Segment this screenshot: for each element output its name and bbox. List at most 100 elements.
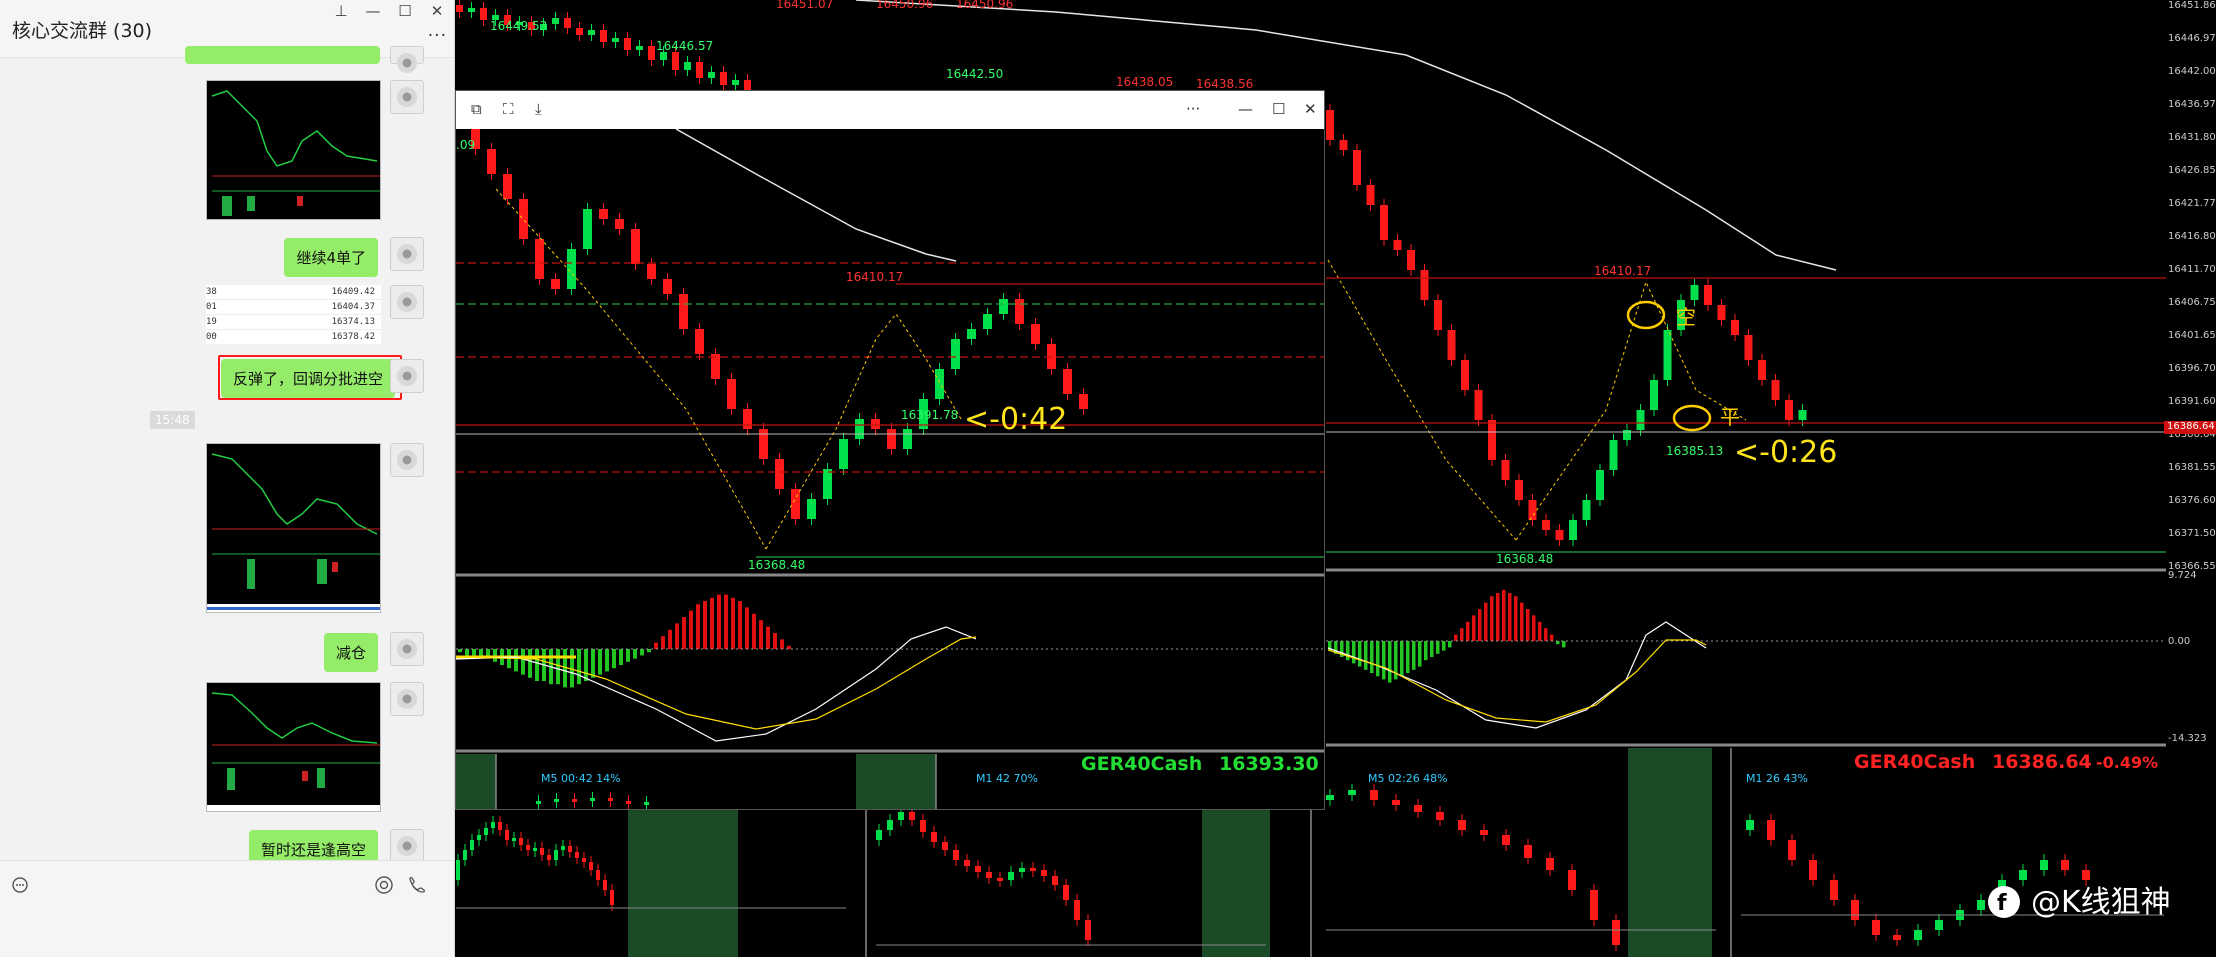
candle (887, 820, 893, 830)
avatar[interactable] (390, 359, 424, 393)
macd-bar (1544, 628, 1548, 641)
minimize-button[interactable]: — (361, 2, 385, 20)
macd-bar (1478, 609, 1482, 641)
candle (1031, 324, 1040, 344)
candle (1370, 790, 1378, 800)
popup-titlebar[interactable]: ⧉ ⛶ ⤓ ··· — ☐ ✕ (456, 91, 1324, 129)
more-options-icon[interactable]: ··· (428, 26, 447, 46)
phone-icon[interactable] (406, 875, 428, 895)
price-label: 16450.96 (876, 0, 933, 11)
candle (552, 18, 559, 24)
timestamp: 15:48 (150, 411, 195, 429)
camera-icon[interactable] (374, 875, 394, 895)
candle (1612, 920, 1620, 945)
chat-image-chart[interactable] (206, 682, 381, 812)
candle (1447, 330, 1456, 360)
macd-bar (1436, 641, 1440, 654)
watermark: @K线狙神 (2031, 885, 2171, 920)
candle (1326, 795, 1334, 800)
candle (1582, 500, 1591, 520)
candle (871, 419, 880, 429)
candle (679, 294, 688, 329)
avatar[interactable] (390, 237, 424, 271)
candle (491, 822, 495, 828)
maximize-button[interactable]: ☐ (393, 2, 417, 20)
candle (1353, 150, 1361, 185)
chat-bubble-icon[interactable] (10, 875, 30, 895)
maximize-button[interactable]: ☐ (1272, 100, 1285, 118)
minimize-button[interactable]: — (1238, 100, 1253, 118)
macd-bar (717, 594, 721, 649)
download-icon[interactable]: ⤓ (535, 100, 542, 118)
axis-tick-label: 16421.77 (2168, 198, 2216, 209)
avatar[interactable] (390, 46, 424, 73)
candle (1063, 885, 1069, 900)
candle (610, 890, 614, 905)
candle (1480, 830, 1488, 835)
candle (583, 209, 592, 249)
avatar[interactable] (390, 443, 424, 477)
candle (743, 409, 752, 429)
symbol-label: GER40Cash (1081, 753, 1202, 775)
avatar[interactable] (390, 285, 424, 319)
candle (1515, 480, 1523, 500)
axis-tick-label: 16396.70 (2168, 363, 2216, 374)
timeframe-label: M5 00:42 14% (541, 772, 621, 785)
candle (1546, 858, 1554, 870)
candle (1596, 470, 1604, 500)
chat-title: 核心交流群 (30) (12, 20, 153, 42)
avatar[interactable] (390, 682, 424, 716)
more-icon[interactable]: ··· (1186, 100, 1200, 118)
candle (1788, 840, 1796, 860)
candle (775, 459, 784, 489)
price-card-image[interactable]: 38 16409.42 01 16404.37 19 16374.13 00 16378… (206, 285, 381, 345)
candle (551, 279, 560, 289)
copy-icon[interactable]: ⧉ (471, 100, 482, 118)
candle (997, 878, 1003, 881)
candle (596, 870, 600, 880)
close-button[interactable]: ✕ (1304, 100, 1317, 118)
timeframe-label: M5 02:26 48% (1368, 772, 1448, 785)
macd-bar (1382, 641, 1386, 680)
macd-bar (1532, 615, 1536, 641)
avatar[interactable] (390, 80, 424, 114)
candle (1785, 400, 1793, 420)
candle (839, 439, 848, 469)
candle (1488, 420, 1496, 460)
axis-tick-label: 16446.97 (2168, 33, 2216, 44)
candle (554, 799, 559, 802)
popup-chart[interactable]: .09 16410.17 16368.48 16391.78 <-0:42 M5 00:4… (456, 129, 1324, 809)
candle (1650, 380, 1658, 410)
candle (1590, 890, 1598, 920)
macd-bar (1514, 596, 1518, 641)
candle (1636, 410, 1645, 430)
macd-bar (1418, 641, 1422, 667)
candle (547, 855, 551, 860)
pin-icon[interactable]: ⊥ (329, 2, 353, 20)
chat-message-reduce[interactable]: 减仓 (323, 633, 378, 672)
macd-bar (612, 649, 616, 669)
candle (1704, 285, 1712, 305)
close-button[interactable]: ✕ (425, 2, 449, 20)
chat-message-highlighted[interactable]: 反弹了，回调分批进空 (221, 359, 396, 398)
candle (983, 314, 992, 329)
chat-image-chart[interactable] (206, 443, 381, 613)
candle (823, 469, 832, 499)
candle (603, 880, 607, 890)
chat-panel: 核心交流群 (30) ⊥ — ☐ ✕ ··· 继续4单了 38 16409.42 (0, 0, 455, 957)
avatar[interactable] (390, 829, 424, 863)
macd-bar (703, 601, 707, 649)
chat-input-area[interactable] (0, 860, 454, 957)
avatar[interactable] (390, 632, 424, 666)
chart-popup-window[interactable]: ⧉ ⛶ ⤓ ··· — ☐ ✕ .09 16410.17 16368.48 16391… (455, 90, 1325, 810)
candle (564, 18, 571, 28)
symbol-price: 16386.64 (1992, 751, 2092, 773)
chat-image-chart[interactable] (206, 80, 381, 220)
candle (1414, 805, 1422, 812)
macd-bar (1508, 593, 1512, 641)
chat-message-1[interactable]: 继续4单了 (284, 238, 378, 277)
candle (588, 30, 595, 35)
chat-bubble-partial[interactable] (185, 46, 380, 64)
candle (1326, 110, 1334, 140)
fullscreen-icon[interactable]: ⛶ (503, 100, 514, 118)
